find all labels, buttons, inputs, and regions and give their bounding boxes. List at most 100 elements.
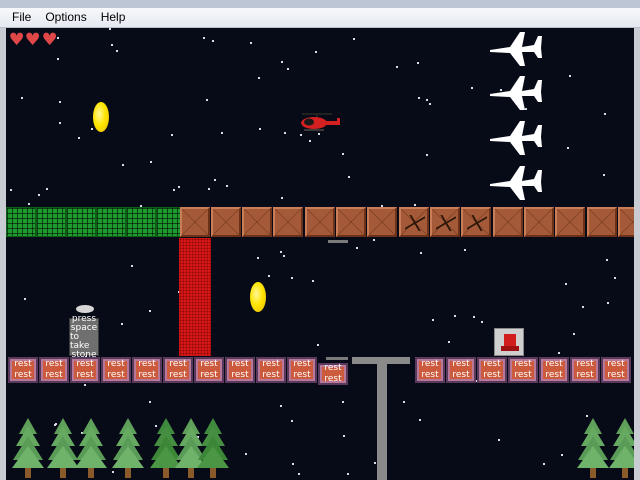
- star: [312, 280, 314, 282]
- star: [268, 275, 270, 277]
- crate-block: [273, 207, 303, 237]
- rest-label: rest: [293, 370, 311, 380]
- cracked-crate-block: [399, 207, 429, 237]
- rest-block: rest rest: [318, 363, 348, 385]
- star: [498, 439, 500, 441]
- star: [121, 323, 123, 325]
- crate-block: [211, 207, 241, 237]
- rest-label: rest: [107, 359, 125, 369]
- star: [116, 50, 118, 52]
- star: [342, 401, 344, 403]
- star: [607, 302, 609, 304]
- rest-block: rest rest: [8, 357, 38, 383]
- grass-block: [66, 207, 96, 237]
- star: [109, 28, 111, 30]
- star: [21, 97, 23, 99]
- star: [347, 473, 349, 475]
- rest-block: rest rest: [287, 357, 317, 383]
- star: [171, 134, 173, 136]
- heart-icon: ♥: [24, 30, 41, 50]
- rest-block: rest rest: [256, 357, 286, 383]
- switch-button: [494, 328, 524, 356]
- rest-label: rest: [514, 359, 532, 369]
- rest-label: rest: [200, 359, 218, 369]
- star: [603, 174, 605, 176]
- rest-label: rest: [452, 359, 470, 369]
- pressure-plate: [326, 357, 348, 360]
- star: [284, 132, 286, 134]
- star: [131, 265, 133, 267]
- star: [178, 186, 180, 188]
- star: [226, 185, 228, 187]
- star: [300, 134, 302, 136]
- rest-label: rest: [514, 370, 532, 380]
- star: [287, 68, 289, 70]
- heart-icon: ♥: [8, 30, 25, 50]
- rest-label: rest: [200, 370, 218, 380]
- rest-label: rest: [324, 363, 342, 373]
- pine-tree-icon: [577, 418, 609, 478]
- star: [291, 420, 293, 422]
- rest-label: rest: [14, 359, 32, 369]
- rest-label: rest: [45, 359, 63, 369]
- star: [426, 99, 428, 101]
- star: [573, 333, 575, 335]
- star: [78, 137, 80, 139]
- pressure-plate: [328, 240, 348, 243]
- star: [149, 401, 151, 403]
- pole: [377, 364, 387, 480]
- rest-label: rest: [483, 370, 501, 380]
- star: [543, 463, 545, 465]
- menu-help[interactable]: Help: [94, 8, 133, 27]
- star: [396, 66, 398, 68]
- rest-label: rest: [169, 370, 187, 380]
- star: [348, 176, 350, 178]
- stone-pickup: [76, 305, 94, 313]
- rest-label: rest: [545, 359, 563, 369]
- grass-block: [126, 207, 156, 237]
- crate-block: [305, 207, 335, 237]
- menu-bar: File Options Help: [0, 8, 640, 28]
- star: [281, 197, 283, 199]
- star: [10, 189, 12, 191]
- star: [46, 188, 48, 190]
- star: [432, 319, 434, 321]
- game-canvas[interactable]: ♥ ♥ ♥ press space to take stone rest res…: [6, 28, 634, 480]
- star: [259, 128, 261, 130]
- star: [203, 37, 205, 39]
- star: [582, 306, 584, 308]
- star: [403, 401, 405, 403]
- star: [206, 99, 208, 101]
- rest-block: rest rest: [39, 357, 69, 383]
- jet-icon: [490, 32, 542, 66]
- pine-tree-icon: [12, 418, 44, 478]
- star: [38, 194, 40, 196]
- crate-block: [524, 207, 554, 237]
- menu-file[interactable]: File: [0, 8, 38, 27]
- rest-label: rest: [483, 359, 501, 369]
- helicopter-icon: [301, 113, 340, 131]
- star: [419, 419, 421, 421]
- star: [149, 310, 151, 312]
- jet-icon: [490, 166, 542, 200]
- jet-icon: [490, 121, 542, 155]
- rest-label: rest: [262, 359, 280, 369]
- star: [317, 344, 319, 346]
- rest-label: rest: [545, 370, 563, 380]
- rest-label: rest: [452, 370, 470, 380]
- hint-sign: press space to take stone: [69, 314, 99, 359]
- hint-sign-line: to take: [70, 331, 90, 351]
- star: [59, 122, 61, 124]
- star: [84, 384, 86, 386]
- rest-block: rest rest: [570, 357, 600, 383]
- window-titlebar: [0, 0, 640, 8]
- star: [250, 42, 252, 44]
- rest-label: rest: [138, 359, 156, 369]
- menu-options[interactable]: Options: [38, 8, 93, 27]
- rest-label: rest: [293, 359, 311, 369]
- star: [569, 75, 571, 77]
- star: [420, 252, 422, 254]
- rest-block: rest rest: [446, 357, 476, 383]
- star: [454, 315, 456, 317]
- jet-icon: [490, 76, 542, 110]
